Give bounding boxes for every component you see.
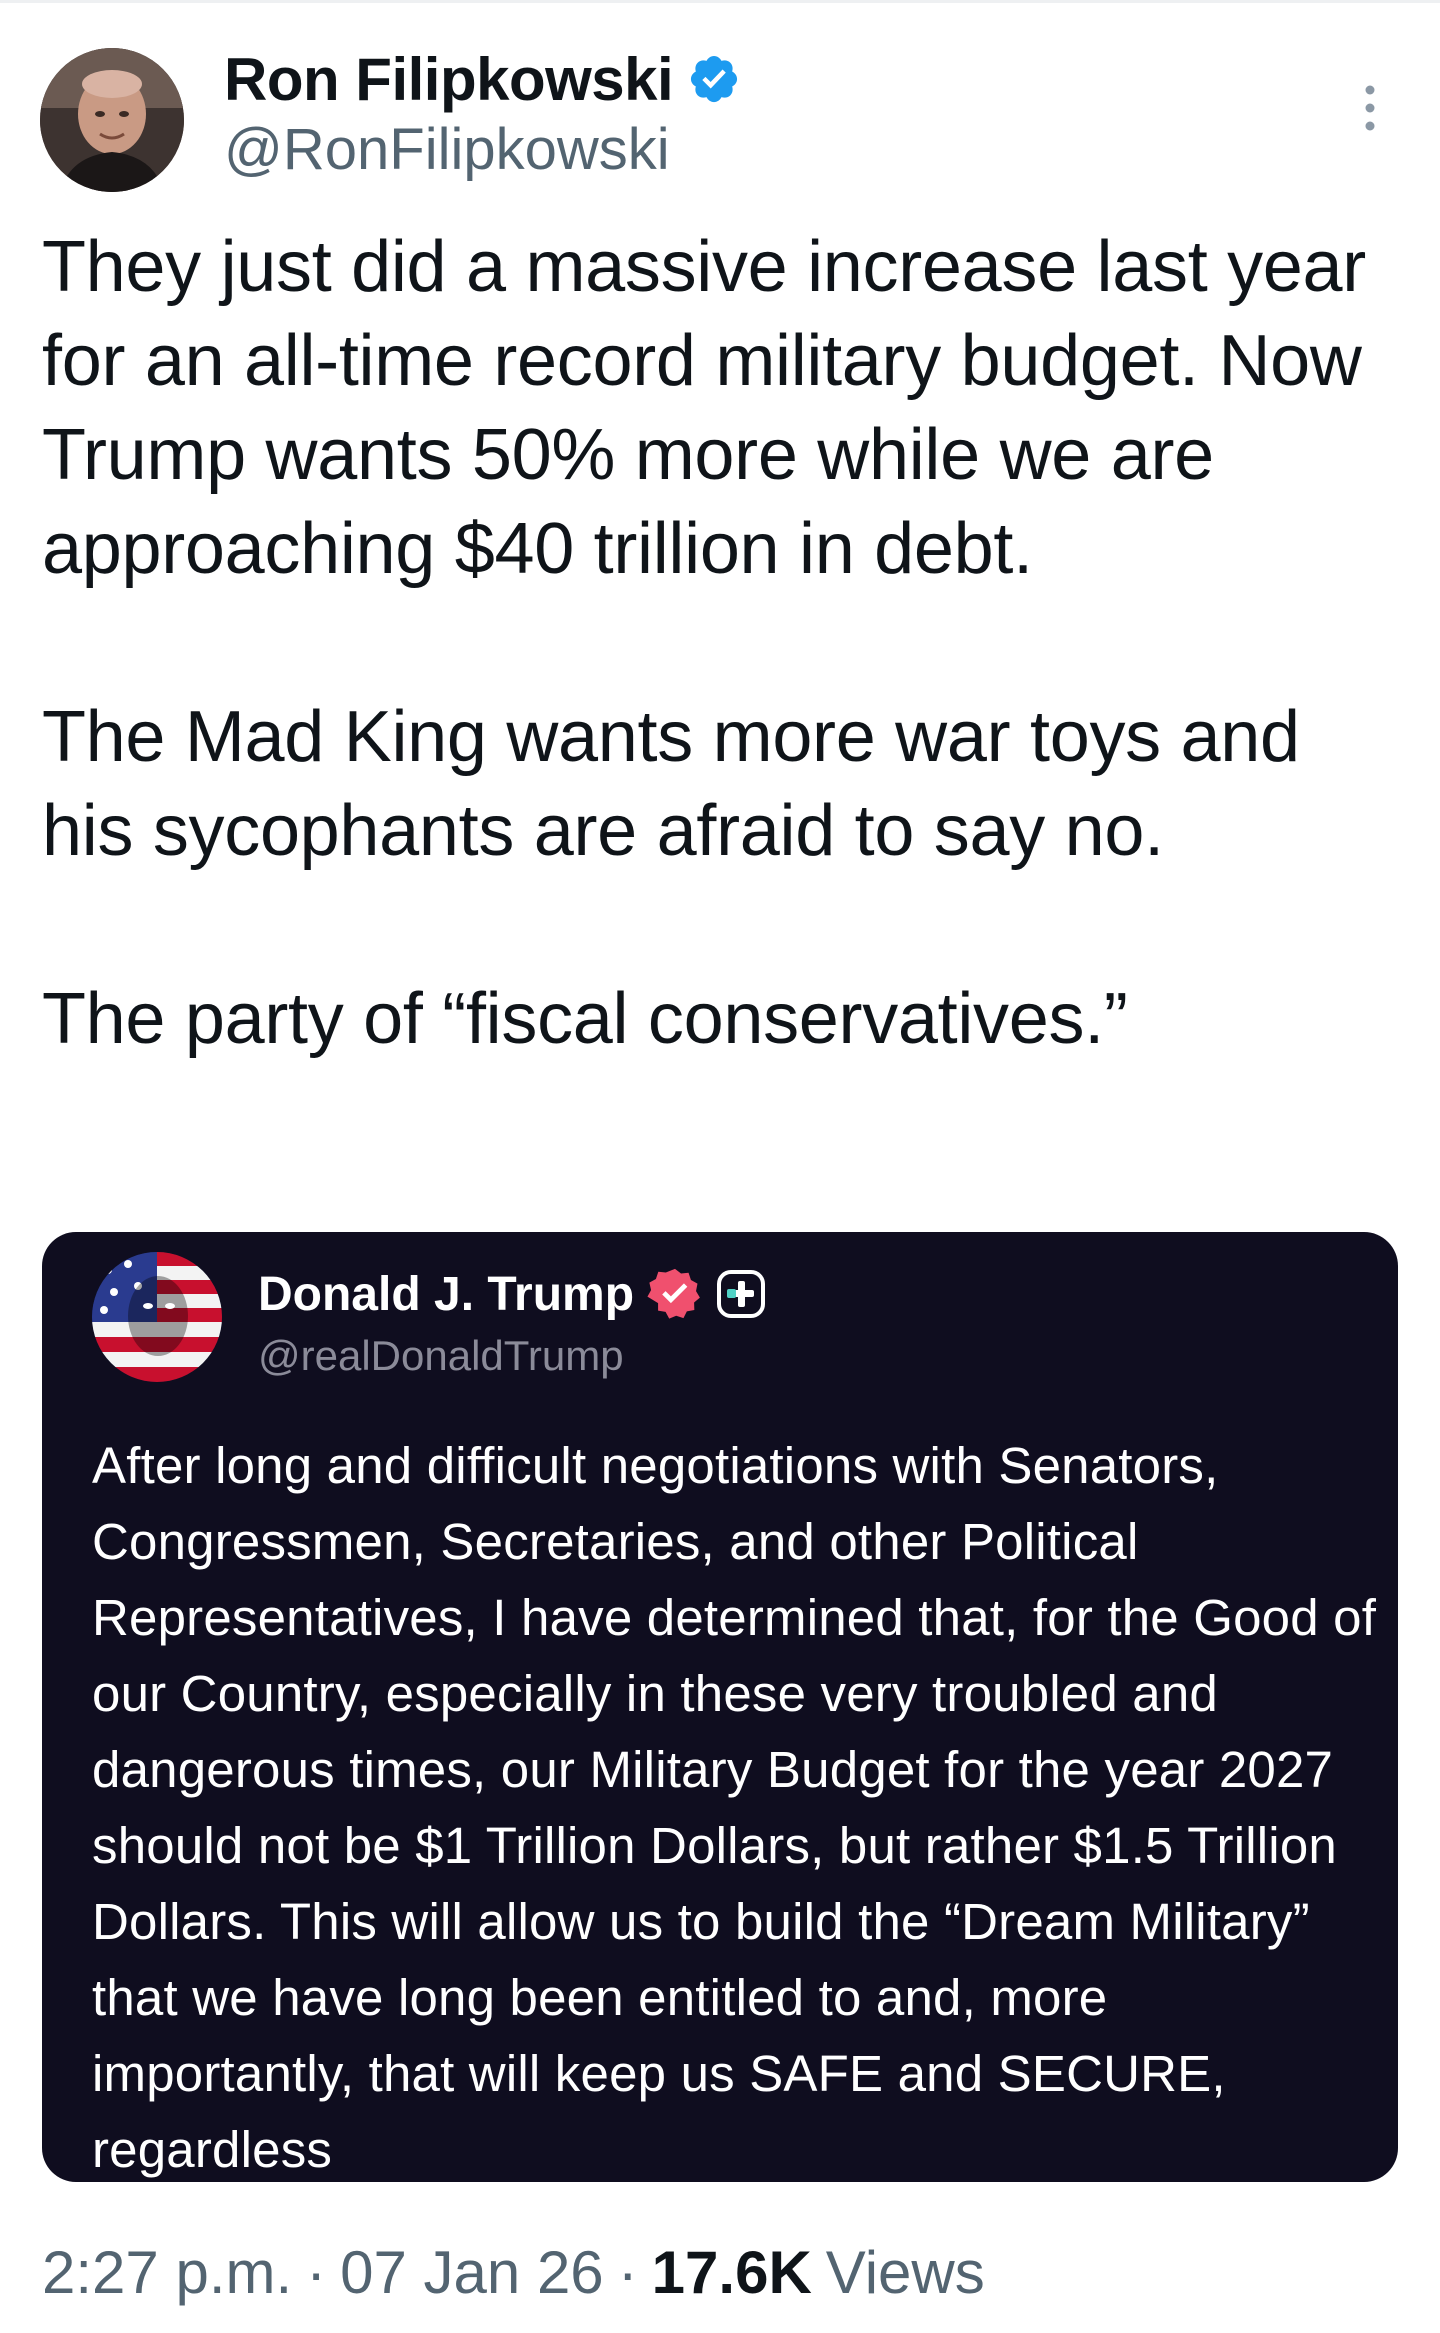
tweet-paragraph: The party of “fiscal conservatives.” <box>42 979 1128 1059</box>
tweet-meta: 2:27 p.m. · 07 Jan 26 · 17.6K Views <box>42 2232 985 2312</box>
quoted-author-name[interactable]: Donald J. Trump <box>258 1267 634 1322</box>
quoted-avatar-image <box>92 1252 222 1382</box>
author-avatar-image <box>40 48 184 192</box>
tweet-time[interactable]: 2:27 p.m. <box>42 2238 292 2307</box>
tweet-paragraph: The Mad King wants more war toys and his… <box>42 697 1320 871</box>
quoted-post-card[interactable]: Donald J. Trump @realDonaldTrump After l… <box>42 1232 1398 2182</box>
views-label: Views <box>825 2238 985 2306</box>
quoted-name-row: Donald J. Trump <box>258 1252 766 1336</box>
meta-separator: · <box>306 2238 327 2306</box>
quoted-author-handle[interactable]: @realDonaldTrump <box>258 1332 624 1380</box>
author-name[interactable]: Ron Filipkowski <box>224 45 674 114</box>
more-vertical-icon <box>1365 85 1375 131</box>
plus-badge-icon <box>716 1269 766 1319</box>
author-avatar[interactable] <box>40 48 184 192</box>
more-options-button[interactable] <box>1350 80 1390 136</box>
tweet-paragraph: They just did a massive increase last ye… <box>42 227 1386 589</box>
verified-badge-icon[interactable] <box>687 52 741 106</box>
top-divider <box>0 0 1440 3</box>
author-handle[interactable]: @RonFilipkowski <box>224 116 670 183</box>
quoted-author-avatar[interactable] <box>92 1252 222 1382</box>
views-count[interactable]: 17.6K <box>652 2238 812 2307</box>
author-name-row: Ron Filipkowski <box>224 44 741 114</box>
meta-separator: · <box>617 2238 638 2306</box>
truth-verified-badge-icon <box>646 1265 704 1323</box>
tweet-date[interactable]: 07 Jan 26 <box>340 2238 604 2307</box>
tweet-text: They just did a massive increase last ye… <box>42 220 1402 1066</box>
quoted-post-text: After long and difficult negotiations wi… <box>92 1437 1391 2178</box>
